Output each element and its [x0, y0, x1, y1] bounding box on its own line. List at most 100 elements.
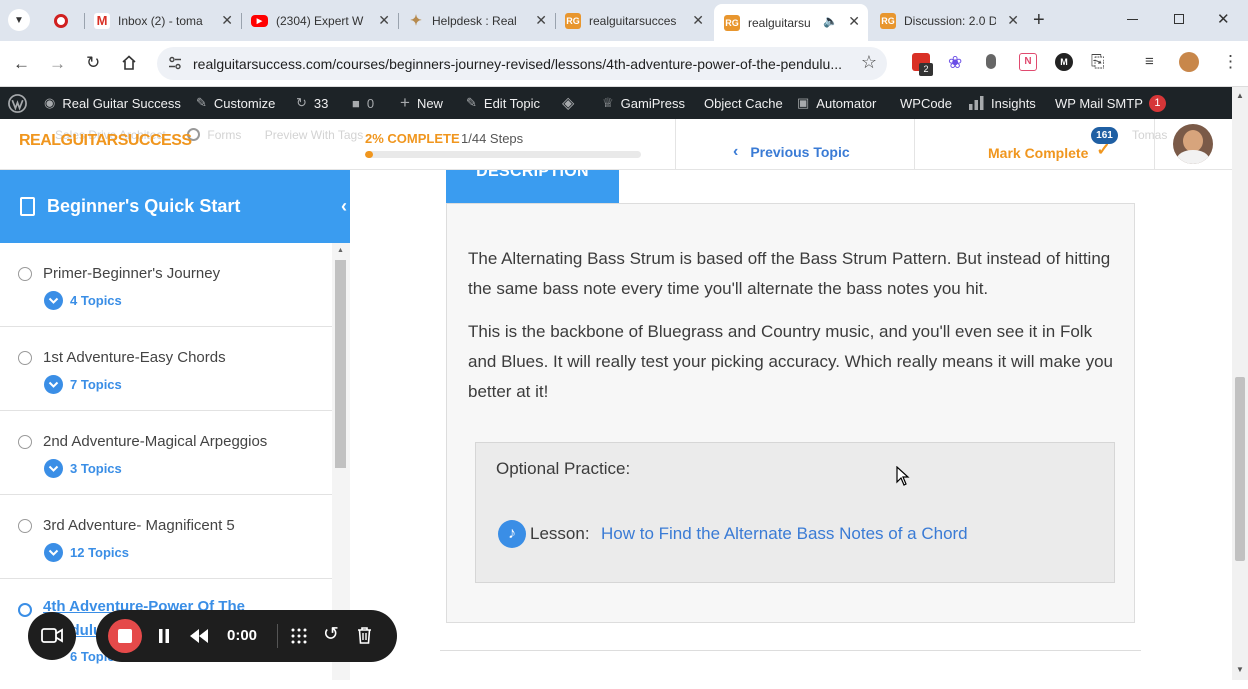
sidebar-scroll-thumb[interactable]	[335, 260, 346, 468]
lesson-item[interactable]: 1st Adventure-Easy Chords 7 Topics	[0, 327, 332, 411]
extensions-puzzle-icon[interactable]: ⎘	[1091, 52, 1105, 72]
trash-icon[interactable]	[357, 627, 372, 644]
wp-automator-link[interactable]: ▣ Automator	[797, 87, 876, 119]
close-tab-icon[interactable]: ✕	[535, 13, 547, 27]
optional-practice-box: Optional Practice: ♪ Lesson: How to Find…	[475, 442, 1115, 583]
page-scroll-thumb[interactable]	[1235, 377, 1245, 561]
bookmark-star-icon[interactable]: ☆	[861, 52, 877, 73]
lesson-link[interactable]: How to Find the Alternate Bass Notes of …	[601, 524, 968, 544]
tab-gmail[interactable]: M Inbox (2) - toma ✕	[84, 7, 241, 34]
wp-wpcode-link[interactable]: WPCode	[900, 87, 952, 119]
home-icon[interactable]	[121, 55, 137, 70]
tab-recorder[interactable]	[44, 7, 84, 34]
lesson-item[interactable]: Primer-Beginner's Journey 4 Topics	[0, 243, 332, 327]
chevron-down-icon[interactable]	[44, 543, 63, 562]
wp-comments-link[interactable]: ■ 0	[352, 87, 374, 119]
rewind-button[interactable]	[190, 629, 208, 643]
rgs-icon: RG	[565, 12, 581, 29]
progress-bar	[365, 151, 641, 158]
grid-dots-icon[interactable]	[291, 628, 307, 644]
lesson-status-icon	[18, 603, 32, 617]
lesson-topics-count[interactable]: 4 Topics	[70, 293, 122, 308]
lesson-title: 3rd Adventure- Magnificent 5	[43, 517, 235, 534]
maximize-button[interactable]	[1174, 14, 1184, 24]
tab-discussion[interactable]: RG Discussion: 2.0 D ✕	[870, 7, 1027, 34]
chevron-down-icon[interactable]	[44, 459, 63, 478]
wp-logo-icon[interactable]	[8, 87, 27, 119]
reload-icon[interactable]: ↻	[86, 53, 100, 73]
chevron-up-icon[interactable]: ▲	[337, 247, 344, 254]
stop-record-button[interactable]	[108, 619, 142, 653]
brush-icon: ✎	[196, 95, 207, 110]
extension-badge: 2	[919, 63, 933, 76]
chevron-down-icon[interactable]: ▼	[1236, 665, 1244, 674]
wp-diamond-link[interactable]: ◈	[562, 87, 581, 119]
wp-customize-label: Customize	[213, 95, 276, 111]
chevron-down-icon[interactable]	[44, 291, 63, 310]
close-tab-icon[interactable]: ✕	[221, 13, 233, 27]
wp-edit-link[interactable]: ✎ Edit Topic	[466, 87, 540, 119]
close-tab-icon[interactable]: ✕	[1007, 13, 1019, 27]
tab-rgs-1[interactable]: RG realguitarsucces ✕	[555, 7, 712, 34]
wp-object-cache-link[interactable]: Object Cache	[704, 87, 783, 119]
lesson-topics-count[interactable]: 12 Topics	[70, 545, 129, 560]
course-sidebar: Beginner's Quick Start ‹ Primer-Beginner…	[0, 170, 358, 680]
lesson-item[interactable]: 3rd Adventure- Magnificent 5 12 Topics	[0, 495, 332, 579]
lesson-status-icon	[18, 351, 32, 365]
chevron-down-icon[interactable]	[44, 375, 63, 394]
previous-topic-button[interactable]: ‹ Previous Topic	[733, 143, 850, 161]
speaker-icon[interactable]: 🔈	[823, 14, 838, 28]
pause-button[interactable]	[158, 629, 170, 643]
page-scrollbar[interactable]: ▲ ▼	[1232, 87, 1248, 680]
tab-description[interactable]: DESCRIPTION	[446, 170, 619, 203]
media-control-icon[interactable]: ≡	[1145, 53, 1154, 70]
user-avatar[interactable]	[1173, 124, 1213, 164]
forward-icon[interactable]: →	[49, 54, 66, 74]
wp-mail-label: WP Mail SMTP	[1055, 95, 1143, 111]
record-icon	[54, 13, 68, 28]
wp-new-link[interactable]: + New	[400, 87, 443, 119]
wp-mail-smtp-link[interactable]: WP Mail SMTP 1	[1055, 87, 1166, 119]
robot-icon: ▣	[797, 95, 810, 110]
tab-rgs-active[interactable]: RG realguitarsu 🔈 ✕	[714, 4, 868, 41]
new-tab-button[interactable]: +	[1033, 9, 1045, 31]
sidebar-title: Beginner's Quick Start	[47, 196, 241, 216]
extension-flower-icon[interactable]: ❀	[948, 53, 962, 73]
close-tab-icon[interactable]: ✕	[692, 13, 704, 27]
omnibox[interactable]: realguitarsuccess.com/courses/beginners-…	[157, 47, 887, 80]
camera-toggle-button[interactable]	[28, 612, 76, 660]
extension-n-icon[interactable]: N	[1019, 53, 1037, 71]
extension-m-icon[interactable]: M	[1055, 53, 1073, 71]
site-info-icon[interactable]	[167, 55, 183, 71]
browser-menu-icon[interactable]: ⋮	[1222, 52, 1239, 72]
wp-insights-link[interactable]: Insights	[969, 87, 1036, 119]
content-divider	[440, 650, 1141, 651]
lesson-item[interactable]: 2nd Adventure-Magical Arpeggios 3 Topics	[0, 411, 332, 495]
profile-avatar[interactable]	[1179, 52, 1199, 72]
lesson-topics-count[interactable]: 3 Topics	[70, 461, 122, 476]
site-logo[interactable]: REALGUITARSUCCESS	[19, 132, 192, 150]
minimize-button[interactable]	[1127, 19, 1138, 20]
close-tab-icon[interactable]: ✕	[848, 14, 860, 28]
close-tab-icon[interactable]: ✕	[378, 13, 390, 27]
gmail-icon: M	[94, 12, 110, 29]
recorder-divider	[277, 624, 278, 648]
chevron-up-icon[interactable]: ▲	[1236, 91, 1244, 100]
wp-site-link[interactable]: ◉ Real Guitar Success	[44, 87, 181, 119]
microphone-icon[interactable]	[986, 54, 996, 69]
wp-gamipress-link[interactable]: ♕ GamiPress	[602, 87, 685, 119]
previous-topic-label: Previous Topic	[750, 144, 850, 160]
sidebar-header: Beginner's Quick Start	[0, 170, 350, 243]
tab-youtube[interactable]: ▶ (2304) Expert W ✕	[241, 7, 398, 34]
back-icon[interactable]: ←	[13, 54, 30, 74]
helpdesk-icon: ✦	[410, 12, 422, 28]
restart-icon[interactable]: ↺	[323, 623, 339, 646]
wp-customize-link[interactable]: ✎ Customize	[196, 87, 275, 119]
close-window-button[interactable]: ✕	[1217, 10, 1230, 28]
mark-complete-button[interactable]: Mark Complete ✓	[988, 140, 1111, 161]
tab-helpdesk[interactable]: ✦ Helpdesk : Real ✕	[398, 7, 555, 34]
wp-updates-link[interactable]: ↻ 33	[296, 87, 328, 119]
tab-search-button[interactable]: ▼	[8, 9, 30, 31]
lesson-topics-count[interactable]: 7 Topics	[70, 377, 122, 392]
url-text[interactable]: realguitarsuccess.com/courses/beginners-…	[193, 56, 842, 72]
